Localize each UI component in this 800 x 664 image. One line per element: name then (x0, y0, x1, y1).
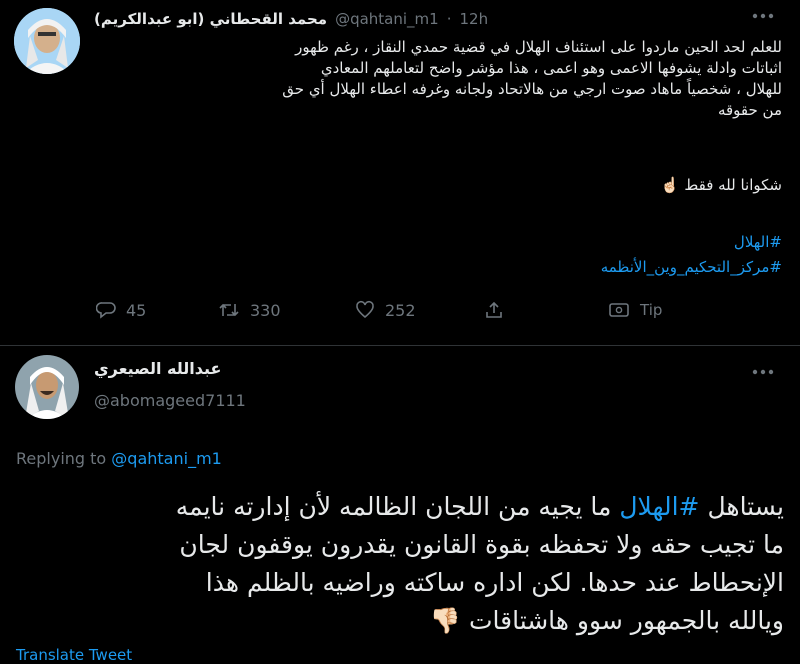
pointing-up-emoji: ☝🏻 (660, 176, 680, 194)
reply-action[interactable]: 45 (96, 300, 146, 320)
closing-text: شكوانا لله فقط (684, 176, 782, 194)
text-line: الإنحطاط عند حدها. لكن اداره ساكته وراضي… (205, 568, 784, 597)
body-line: اثباتات وادلة يشوفها الاعمى وهو اعمى ، ه… (320, 59, 782, 77)
avatar[interactable] (14, 8, 80, 74)
main-author-name[interactable]: عبدالله الصيعري (94, 359, 221, 378)
more-options-icon[interactable] (752, 12, 774, 20)
replying-to: Replying to @qahtani_m1 (16, 449, 222, 468)
retweet-count: 330 (250, 300, 281, 320)
quoted-header: محمد القحطاني (ابو عبدالكريم) @qahtani_m… (94, 10, 488, 28)
main-tweet-text: يستاهل #الهلال ما يجيه من اللجان الظالمه… (16, 488, 784, 640)
share-action[interactable] (484, 300, 504, 320)
like-action[interactable]: 252 (355, 300, 416, 320)
heart-icon[interactable] (355, 300, 375, 320)
share-icon[interactable] (484, 300, 504, 320)
quoted-tweet[interactable]: محمد القحطاني (ابو عبدالكريم) @qahtani_m… (0, 0, 800, 345)
text-line: ما تجيب حقه ولا تحفظه بقوة القانون يقدرو… (179, 530, 784, 559)
main-author-handle[interactable]: @abomageed7111 (94, 391, 246, 410)
text-line: يستاهل #الهلال ما يجيه من اللجان الظالمه… (16, 488, 784, 526)
translate-tweet-link[interactable]: Translate Tweet (16, 646, 132, 664)
author-name[interactable]: محمد القحطاني (ابو عبدالكريم) (94, 10, 327, 28)
body-line: للعلم لحد الحين ماردوا على استئناف الهلا… (295, 38, 782, 56)
author-handle[interactable]: @qahtani_m1 (335, 10, 439, 28)
retweet-icon[interactable] (218, 300, 240, 320)
like-count: 252 (385, 300, 416, 320)
text-line: ويالله بالجمهور سوو هاشتاقات 👎🏻 (16, 602, 784, 640)
retweet-action[interactable]: 330 (218, 300, 281, 320)
tip-label: Tip (640, 301, 663, 319)
reply-count: 45 (126, 300, 147, 320)
body-line: للهلال ، شخصياً ماهاد صوت ارجي من هالاتح… (282, 80, 782, 98)
reply-icon[interactable] (96, 300, 116, 320)
quoted-body: للعلم لحد الحين ماردوا على استئناف الهلا… (96, 37, 782, 121)
tip-action[interactable]: Tip (608, 300, 662, 320)
more-options-icon[interactable] (752, 368, 774, 376)
hashtag-list: #الهلال #مركز_التحكيم_وين_الأنظمه (96, 230, 782, 280)
hashtag[interactable]: #الهلال (619, 492, 699, 521)
body-line: من حقوقه (717, 101, 782, 119)
avatar[interactable] (15, 355, 79, 419)
hashtag[interactable]: #مركز_التحكيم_وين_الأنظمه (96, 255, 782, 280)
tweet-time[interactable]: 12h (459, 10, 488, 28)
main-tweet: عبدالله الصيعري @abomageed7111 Replying … (0, 346, 800, 664)
text-segment: يستاهل (699, 492, 784, 521)
replying-to-label: Replying to (16, 449, 107, 468)
text-segment: ما يجيه من اللجان الظالمه لأن إدارته ناي… (175, 492, 620, 521)
tip-icon[interactable] (608, 300, 630, 320)
closing-line: شكوانا لله فقط ☝🏻 (96, 176, 782, 194)
text-segment: ويالله بالجمهور سوو هاشتاقات (468, 606, 784, 635)
dot-separator: · (446, 10, 452, 28)
replying-to-handle[interactable]: @qahtani_m1 (111, 449, 222, 468)
hashtag[interactable]: #الهلال (96, 230, 782, 255)
thumbs-down-emoji: 👎🏻 (429, 606, 462, 635)
